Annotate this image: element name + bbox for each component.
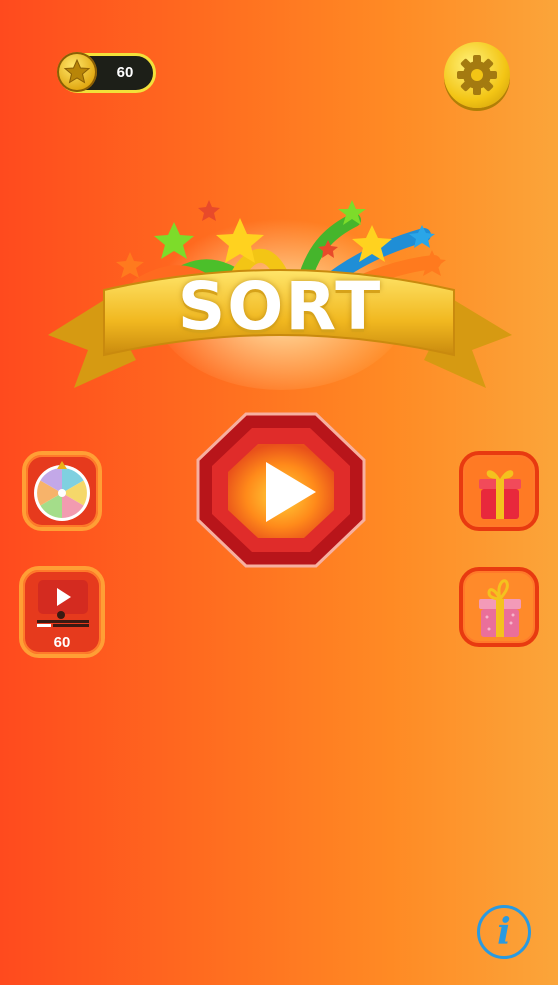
info-button[interactable]: i: [477, 905, 531, 959]
settings-button[interactable]: [444, 42, 510, 108]
star-coin-icon: [57, 52, 97, 92]
play-button[interactable]: [194, 410, 368, 570]
gift-icon: [479, 579, 521, 637]
gear-icon: [457, 55, 497, 95]
info-icon: i: [497, 911, 511, 953]
coin-counter: 60: [57, 52, 156, 93]
bonus-gift-button[interactable]: [459, 567, 539, 647]
gift-icon: [479, 470, 521, 519]
video-reward-button[interactable]: 60: [19, 566, 105, 658]
daily-gift-button[interactable]: [459, 451, 539, 531]
video-reward-amount: 60: [53, 634, 71, 651]
coin-count: 60: [116, 64, 134, 81]
wheel-icon: [34, 461, 90, 521]
spin-wheel-button[interactable]: [22, 451, 102, 531]
game-title: SORT: [177, 268, 383, 345]
